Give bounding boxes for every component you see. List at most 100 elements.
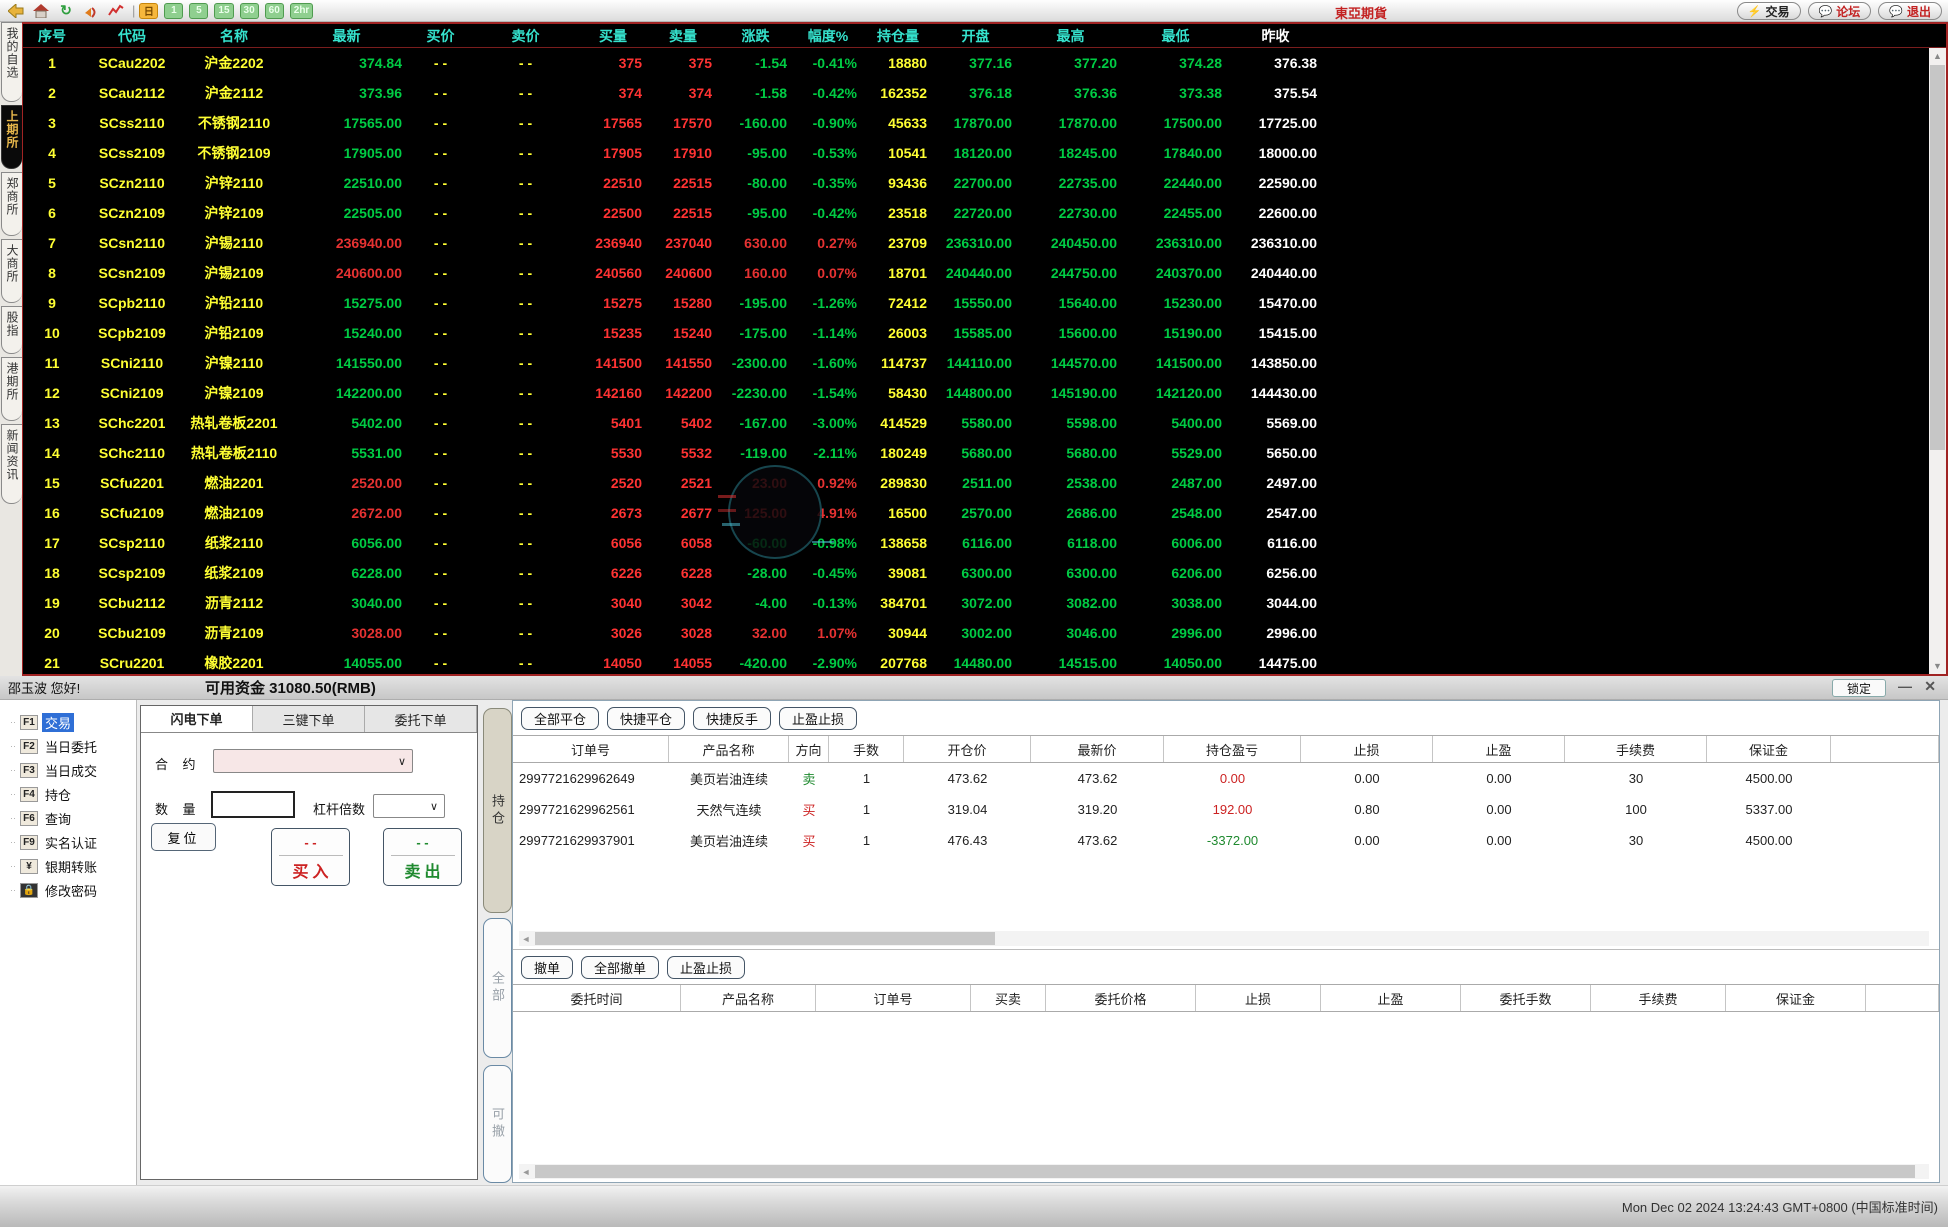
period-button-5[interactable]: 5 <box>189 2 209 19</box>
全部撤单-button[interactable]: 全部撤单 <box>581 956 660 979</box>
home-icon[interactable] <box>31 2 51 20</box>
交易-button[interactable]: ⚡ 交易 <box>1736 2 1801 20</box>
chart-icon[interactable] <box>106 2 126 20</box>
全部平仓-button[interactable]: 全部平仓 <box>521 707 600 730</box>
止盈止损-button[interactable]: 止盈止损 <box>667 956 746 979</box>
sidebar-tab-港期所[interactable]: 港期所 <box>1 357 22 421</box>
market-row[interactable]: 19 SCbu2112 沥青2112 3040.00 - - - - 3040 3042 -4.… <box>23 588 1929 618</box>
menu-item-查询[interactable]: ·· F6 查询 <box>10 806 136 830</box>
market-row[interactable]: 11 SCni2110 沪镍2110 141550.00 - - - - 141500 141… <box>23 348 1929 378</box>
period-button-30[interactable]: 30 <box>239 2 259 19</box>
menu-item-银期转账[interactable]: ·· ¥ 银期转账 <box>10 854 136 878</box>
orders-horizontal-scrollbar[interactable]: ◄ <box>519 1164 1929 1179</box>
market-cell: 沪金2112 <box>204 85 264 101</box>
market-row[interactable]: 1 SCau2202 沪金2202 374.84 - - - - 375 375 -1.54 -0… <box>23 48 1929 78</box>
position-row[interactable]: 2997721629962649 美页岩油连续 卖 1 473.62 473.62 0.00… <box>513 763 1939 794</box>
market-row[interactable]: 18 SCsp2109 纸浆2109 6228.00 - - - - 6226 6228 -28… <box>23 558 1929 588</box>
market-cell: - - <box>433 205 448 221</box>
sell-button[interactable]: - - 卖出 <box>383 828 462 886</box>
market-row[interactable]: 17SCsp2110纸浆21106056.00- -- -60566058-60… <box>23 528 1929 558</box>
menu-item-实名认证[interactable]: ·· F9 实名认证 <box>10 830 136 854</box>
sidebar-tab-我的自选[interactable]: 我的自选 <box>1 22 22 102</box>
market-cell: - - <box>518 535 533 551</box>
period-button-15[interactable]: 15 <box>214 2 234 19</box>
tab-positions[interactable]: 持仓 <box>483 708 512 913</box>
leverage-select[interactable]: ∨ <box>373 794 445 818</box>
menu-item-修改密码[interactable]: ·· 🔒 修改密码 <box>10 878 136 902</box>
scrollbar-thumb[interactable] <box>535 932 995 945</box>
market-cell: 22735.00 <box>1058 175 1117 191</box>
quantity-input[interactable] <box>211 791 295 818</box>
market-row[interactable]: 2 SCau2112 沪金2112 373.96 - - - - 374 374 -1.58 -0… <box>23 78 1929 108</box>
contract-select[interactable]: ∨ <box>213 749 413 773</box>
scrollbar-thumb[interactable] <box>535 1165 1915 1178</box>
scroll-left-icon[interactable]: ◄ <box>519 931 533 946</box>
menu-item-当日委托[interactable]: ·· F2 当日委托 <box>10 734 136 758</box>
market-row[interactable]: 3 SCss2110 不锈钢2110 17565.00 - - - - 17565 17570… <box>23 108 1929 138</box>
论坛-button[interactable]: 💬 论坛 <box>1807 2 1872 20</box>
止盈止损-button[interactable]: 止盈止损 <box>779 707 858 730</box>
row-filler <box>1323 198 1929 228</box>
reset-button[interactable]: 复位 <box>151 823 216 851</box>
sidebar-tab-股指[interactable]: 股指 <box>1 306 22 354</box>
market-row[interactable]: 16SCfu2109燃油21092672.00- -- -26732677125… <box>23 498 1929 528</box>
tree-dots: ·· <box>10 861 16 871</box>
position-row[interactable]: 2997721629937901 美页岩油连续 买 1 476.43 473.62 -337… <box>513 825 1939 856</box>
buy-button[interactable]: - - 买入 <box>271 828 350 886</box>
order-tab-闪电下单[interactable]: 闪电下单 <box>141 706 253 732</box>
scroll-up-icon[interactable]: ▲ <box>1929 48 1946 64</box>
market-row[interactable]: 21 SCru2201 橡胶2201 14055.00 - - - - 14050 14055… <box>23 648 1929 674</box>
scroll-down-icon[interactable]: ▼ <box>1929 658 1946 674</box>
sidebar-tab-大商所[interactable]: 大商所 <box>1 239 22 303</box>
market-row[interactable]: 14 SChc2110 热轧卷板2110 5531.00 - - - - 5530 5532 -… <box>23 438 1929 468</box>
tree-dots: ·· <box>10 789 16 799</box>
lock-button[interactable]: 锁定 <box>1831 679 1886 697</box>
scroll-left-icon[interactable]: ◄ <box>519 1164 533 1179</box>
horn-icon[interactable] <box>81 2 101 20</box>
menu-item-当日成交[interactable]: ·· F3 当日成交 <box>10 758 136 782</box>
market-cell: 沥青2112 <box>204 595 264 611</box>
period-button-日[interactable]: 日 <box>139 2 159 19</box>
撤单-button[interactable]: 撤单 <box>521 956 574 979</box>
market-vertical-scrollbar[interactable]: ▲ ▼ <box>1929 48 1946 674</box>
refresh-icon[interactable]: ↻ <box>56 2 76 20</box>
tab-cancelable-orders[interactable]: 可撤 <box>483 1065 512 1183</box>
market-row[interactable]: 9 SCpb2110 沪铅2110 15275.00 - - - - 15275 15280 -… <box>23 288 1929 318</box>
market-row[interactable]: 12 SCni2109 沪镍2109 142200.00 - - - - 142160 142… <box>23 378 1929 408</box>
period-button-2hr[interactable]: 2hr <box>289 2 314 19</box>
back-icon[interactable] <box>6 2 26 20</box>
market-row[interactable]: 13 SChc2201 热轧卷板2201 5402.00 - - - - 5401 5402 -… <box>23 408 1929 438</box>
menu-item-交易[interactable]: ·· F1 交易 <box>10 710 136 734</box>
tab-all-orders[interactable]: 全部 <box>483 918 512 1058</box>
market-row[interactable]: 15SCfu2201燃油22012520.00- -- -2520252123.… <box>23 468 1929 498</box>
market-row[interactable]: 8 SCsn2109 沪锡2109 240600.00 - - - - 240560 2406… <box>23 258 1929 288</box>
market-cell: SCni2109 <box>100 385 164 401</box>
market-row[interactable]: 7 SCsn2110 沪锡2110 236940.00 - - - - 236940 2370… <box>23 228 1929 258</box>
menu-item-持仓[interactable]: ·· F4 持仓 <box>10 782 136 806</box>
close-icon[interactable]: ✕ <box>1924 678 1936 695</box>
order-tab-三键下单[interactable]: 三键下单 <box>253 706 365 732</box>
market-row[interactable]: 10 SCpb2109 沪铅2109 15240.00 - - - - 15235 15240… <box>23 318 1929 348</box>
sidebar-tab-新闻资讯[interactable]: 新闻资讯 <box>1 424 22 504</box>
scrollbar-thumb[interactable] <box>1930 65 1945 450</box>
market-row[interactable]: 6 SCzn2109 沪锌2109 22505.00 - - - - 22500 22515 -… <box>23 198 1929 228</box>
period-button-60[interactable]: 60 <box>264 2 284 19</box>
快捷平仓-button[interactable]: 快捷平仓 <box>607 707 686 730</box>
minimize-icon[interactable]: — <box>1898 678 1912 694</box>
order-tab-委托下单[interactable]: 委托下单 <box>365 706 477 732</box>
market-cell: 6116.00 <box>962 535 1012 551</box>
market-row[interactable]: 5 SCzn2110 沪锌2110 22510.00 - - - - 22510 22515 -… <box>23 168 1929 198</box>
period-button-1[interactable]: 1 <box>164 2 184 19</box>
快捷反手-button[interactable]: 快捷反手 <box>693 707 772 730</box>
fkey-badge: F1 <box>20 714 38 730</box>
market-row[interactable]: 20 SCbu2109 沥青2109 3028.00 - - - - 3026 3028 32.… <box>23 618 1929 648</box>
positions-horizontal-scrollbar[interactable]: ◄ <box>519 931 1929 946</box>
sidebar-tab-郑商所[interactable]: 郑商所 <box>1 172 22 236</box>
退出-button[interactable]: 💬 退出 <box>1878 2 1942 20</box>
market-row[interactable]: 4 SCss2109 不锈钢2109 17905.00 - - - - 17905 17910… <box>23 138 1929 168</box>
market-cell: - - <box>433 595 448 611</box>
sidebar-tab-上期所[interactable]: 上期所 <box>1 105 22 169</box>
position-row[interactable]: 2997721629962561 天然气连续 买 1 319.04 319.20 192.0… <box>513 794 1939 825</box>
column-header-委托时间: 委托时间 <box>513 985 681 1011</box>
market-cell: 热轧卷板2110 <box>190 445 278 461</box>
